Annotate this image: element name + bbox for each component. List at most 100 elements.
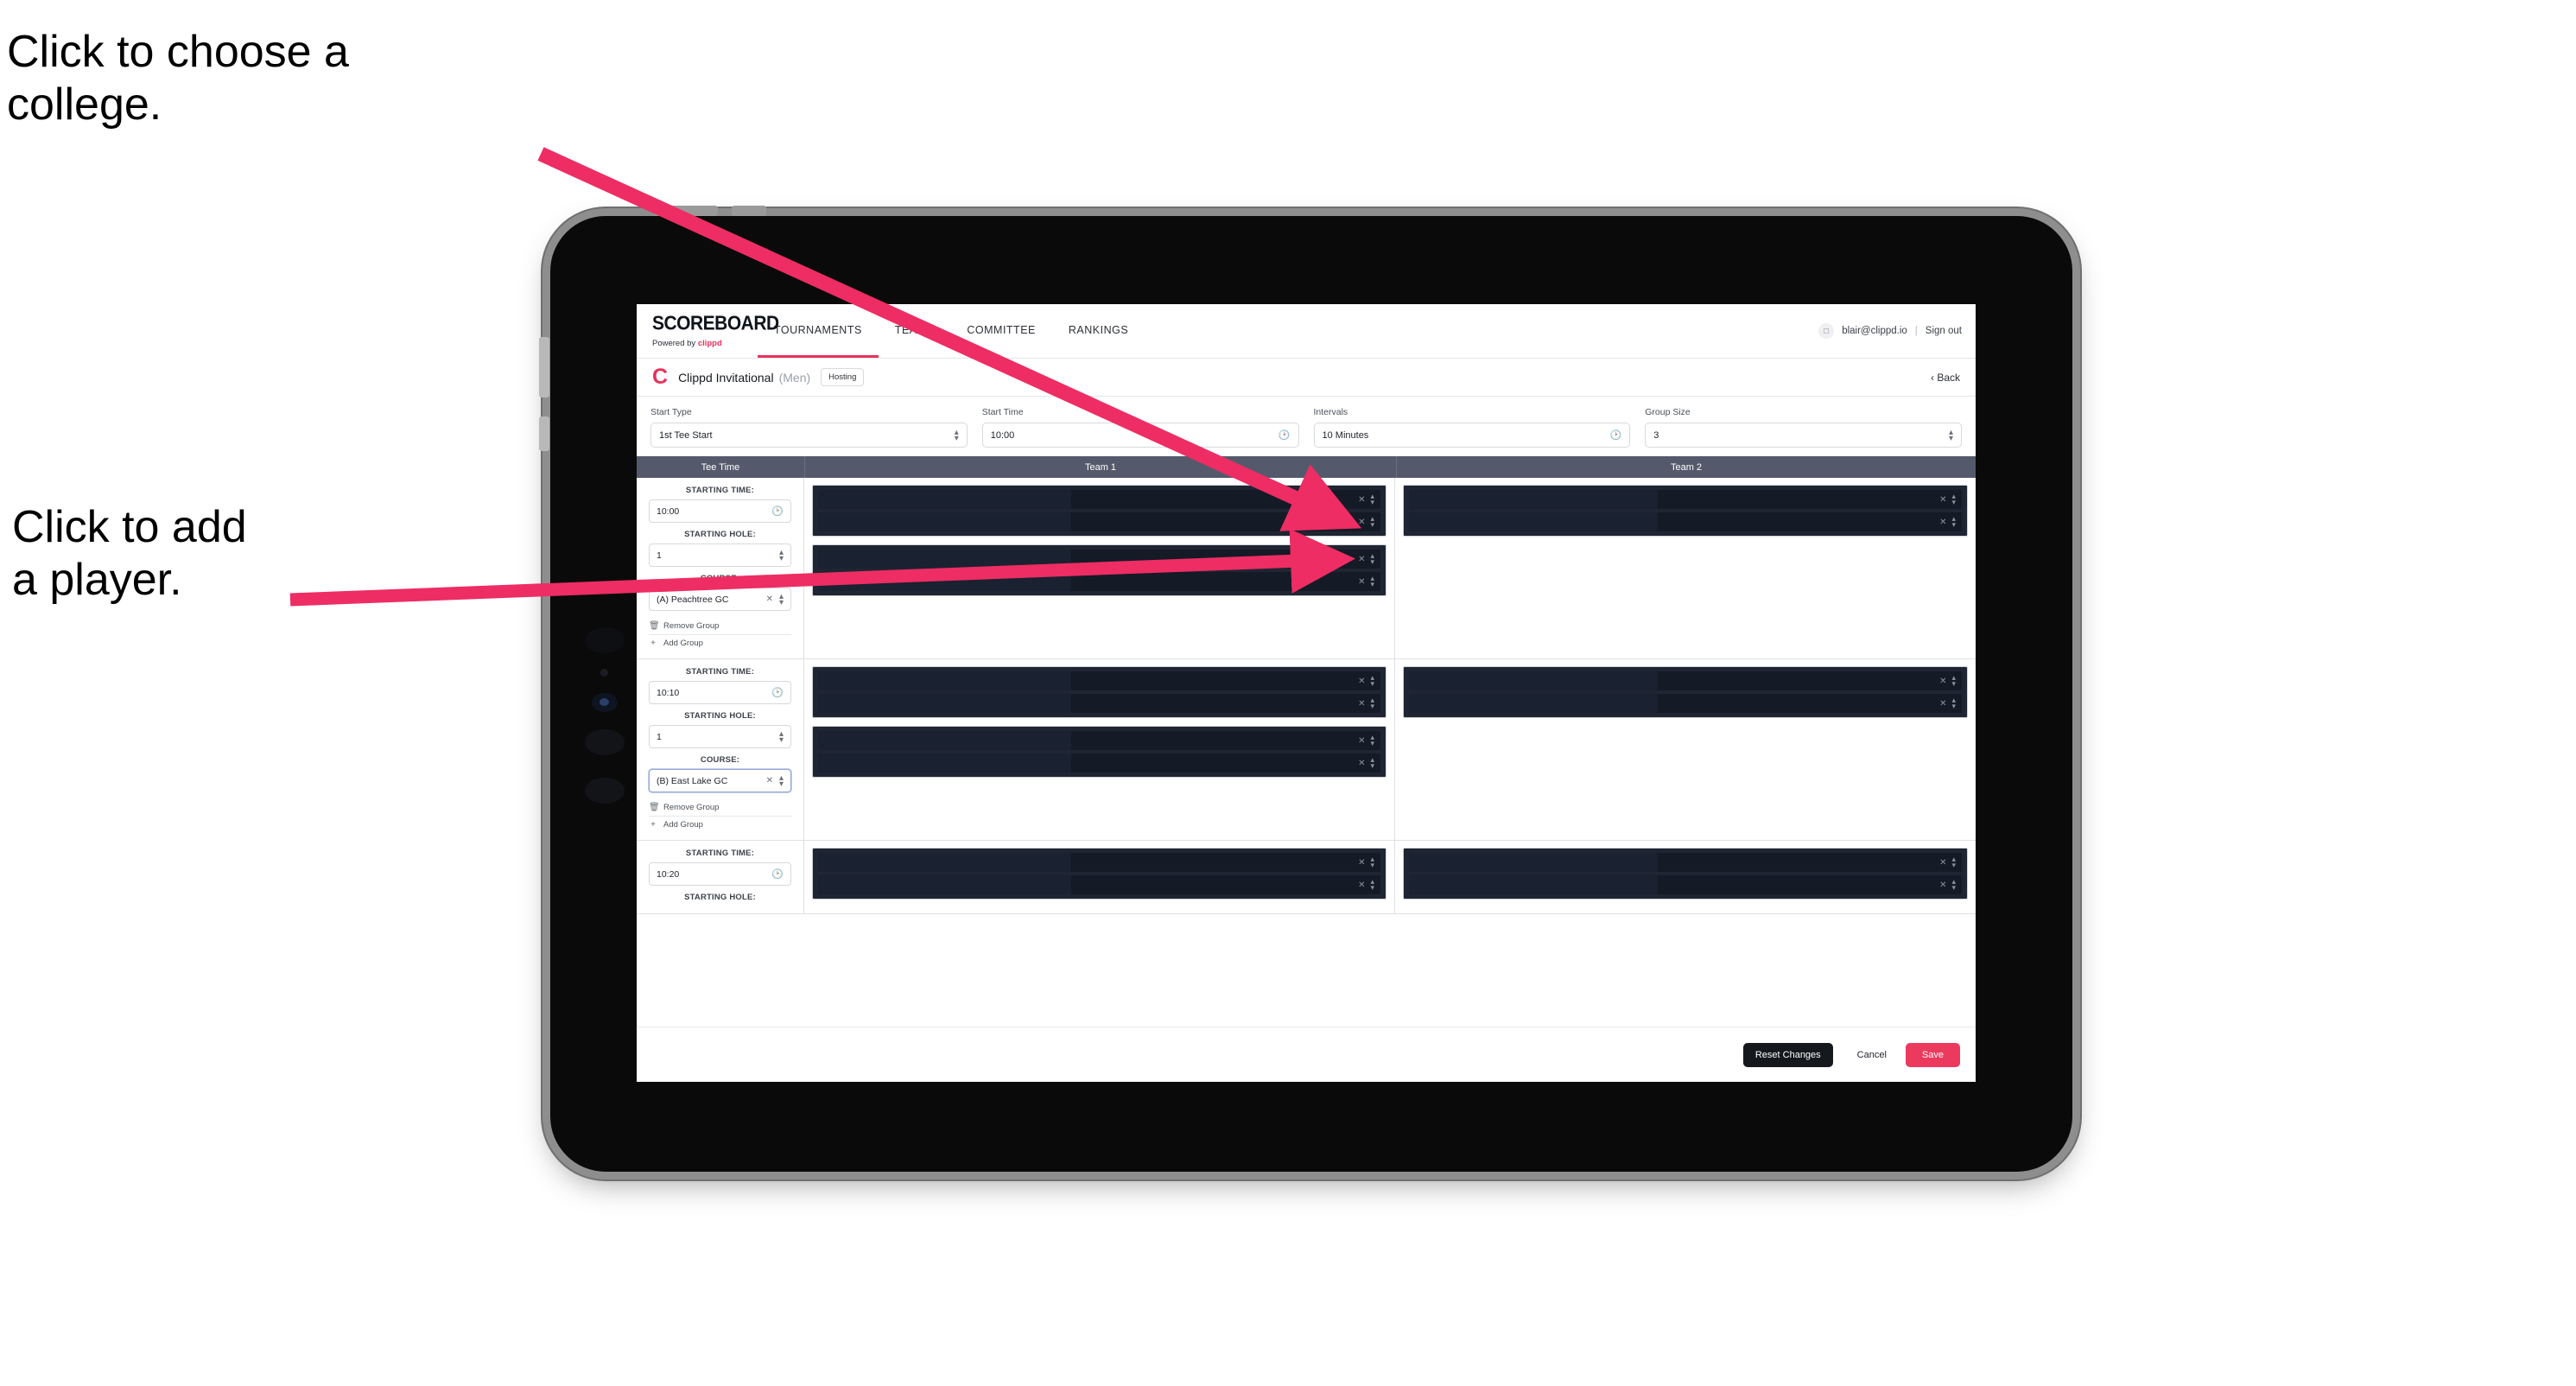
stepper-icon[interactable]: ▴ ▾ — [779, 548, 784, 563]
group-size-select[interactable]: 3 ▴ ▾ — [1645, 423, 1962, 448]
clear-icon[interactable]: ✕ — [766, 776, 773, 785]
stepper-icon[interactable]: ▴ ▾ — [1951, 855, 1956, 868]
remove-player-icon[interactable]: ✕ — [1358, 555, 1365, 564]
stepper-icon[interactable]: ▴ ▾ — [1370, 515, 1374, 528]
course-select[interactable]: (A) Peachtree GC ✕ ▴ ▾ — [649, 588, 791, 611]
add-group-button[interactable]: + Add Group — [649, 817, 791, 833]
remove-player-icon[interactable]: ✕ — [1939, 518, 1946, 527]
stepper-icon[interactable]: ▴ ▾ — [955, 428, 959, 442]
remove-player-icon[interactable]: ✕ — [1358, 518, 1365, 527]
tablet-sensor-4 — [585, 778, 625, 804]
back-link[interactable]: ‹ Back — [1931, 372, 1960, 384]
stepper-icon[interactable]: ▴ ▾ — [1370, 756, 1374, 769]
player-slot[interactable]: ✕ ▴ ▾ — [818, 550, 1380, 569]
remove-player-icon[interactable]: ✕ — [1358, 577, 1365, 587]
player-slot[interactable]: ✕ ▴ ▾ — [818, 853, 1380, 872]
stepper-icon[interactable]: ▴ ▾ — [1370, 696, 1374, 709]
remove-player-icon[interactable]: ✕ — [1939, 495, 1946, 505]
starting-time-input[interactable]: 10:00 🕑 — [649, 499, 791, 523]
start-time-input[interactable]: 10:00 🕑 — [981, 423, 1299, 448]
stepper-icon[interactable]: ▴ ▾ — [779, 592, 784, 607]
remove-player-icon[interactable]: ✕ — [1358, 699, 1365, 709]
stepper-icon[interactable]: ▴ ▾ — [779, 729, 784, 744]
team-1-cell: ✕ ▴ ▾ ✕ ▴ ▾ ✕ ▴ ▾ ✕ ▴ ▾ — [804, 478, 1395, 658]
player-slot[interactable]: ✕ ▴ ▾ — [1409, 853, 1962, 872]
remove-player-icon[interactable]: ✕ — [1358, 495, 1365, 505]
clock-icon[interactable]: 🕑 — [771, 868, 784, 880]
starting-hole-value: 1 — [657, 731, 662, 742]
stepper-icon[interactable]: ▴ ▾ — [1370, 878, 1374, 891]
player-slot[interactable]: ✕ ▴ ▾ — [818, 875, 1380, 894]
remove-player-icon[interactable]: ✕ — [1358, 858, 1365, 868]
player-slot[interactable]: ✕ ▴ ▾ — [818, 753, 1380, 772]
add-group-button[interactable]: + Add Group — [649, 635, 791, 652]
team-1-cell: ✕ ▴ ▾ ✕ ▴ ▾ — [804, 841, 1395, 913]
player-slot[interactable]: ✕ ▴ ▾ — [818, 671, 1380, 690]
stepper-icon[interactable]: ▴ ▾ — [1951, 493, 1956, 505]
sign-out-link[interactable]: Sign out — [1926, 326, 1962, 336]
remove-player-icon[interactable]: ✕ — [1358, 736, 1365, 746]
course-label: COURSE: — [700, 755, 740, 765]
stepper-icon[interactable]: ▴ ▾ — [1951, 515, 1956, 528]
player-slot[interactable]: ✕ ▴ ▾ — [1409, 671, 1962, 690]
stepper-icon[interactable]: ▴ ▾ — [1370, 674, 1374, 687]
cancel-button[interactable]: Cancel — [1842, 1043, 1902, 1067]
trash-icon: 🗑 — [649, 803, 660, 812]
clock-icon[interactable]: 🕑 — [1610, 429, 1622, 441]
player-slot[interactable]: ✕ ▴ ▾ — [1409, 875, 1962, 894]
player-slot[interactable]: ✕ ▴ ▾ — [818, 694, 1380, 713]
starting-time-input[interactable]: 10:10 🕑 — [649, 681, 791, 704]
player-slot[interactable]: ✕ ▴ ▾ — [818, 731, 1380, 750]
table-row: STARTING TIME: 10:00 🕑 STARTING HOLE: 1 … — [637, 478, 1976, 659]
player-slot[interactable]: ✕ ▴ ▾ — [1409, 512, 1962, 531]
remove-group-button[interactable]: 🗑 Remove Group — [649, 799, 791, 817]
player-slot[interactable]: ✕ ▴ ▾ — [818, 490, 1380, 509]
stepper-icon[interactable]: ▴ ▾ — [1949, 428, 1953, 442]
save-button[interactable]: Save — [1905, 1042, 1960, 1067]
starting-hole-input[interactable]: 1 ▴ ▾ — [649, 544, 791, 567]
remove-player-icon[interactable]: ✕ — [1358, 759, 1365, 768]
stepper-icon[interactable]: ▴ ▾ — [1951, 674, 1956, 687]
player-name-redacted — [1409, 853, 1658, 872]
stepper-icon[interactable]: ▴ ▾ — [1951, 696, 1956, 709]
player-slot[interactable]: ✕ ▴ ▾ — [1409, 490, 1962, 509]
clock-icon[interactable]: 🕑 — [771, 687, 784, 698]
remove-group-button[interactable]: 🗑 Remove Group — [649, 618, 791, 635]
player-slot[interactable]: ✕ ▴ ▾ — [1409, 694, 1962, 713]
nav-item-rankings[interactable]: RANKINGS — [1052, 304, 1145, 358]
reset-changes-button[interactable]: Reset Changes — [1742, 1042, 1833, 1067]
clear-icon[interactable]: ✕ — [766, 594, 773, 604]
remove-player-icon[interactable]: ✕ — [1939, 881, 1946, 890]
stepper-icon[interactable]: ▴ ▾ — [1370, 575, 1374, 588]
remove-player-icon[interactable]: ✕ — [1939, 677, 1946, 686]
remove-player-icon[interactable]: ✕ — [1939, 699, 1946, 709]
stepper-icon[interactable]: ▴ ▾ — [1370, 855, 1374, 868]
account-area: ☐ blair@clippd.io | Sign out — [1818, 304, 1976, 358]
user-avatar-icon[interactable]: ☐ — [1818, 323, 1835, 339]
start-type-select[interactable]: 1st Tee Start ▴ ▾ — [650, 423, 968, 448]
player-name-redacted — [1409, 512, 1658, 531]
nav-item-committee[interactable]: COMMITTEE — [950, 304, 1052, 358]
player-group-box: ✕ ▴ ▾ ✕ ▴ ▾ — [812, 666, 1386, 718]
brand-logo[interactable]: SCOREBOARD Powered by clippd — [637, 304, 779, 358]
player-slot[interactable]: ✕ ▴ ▾ — [818, 572, 1380, 591]
stepper-icon[interactable]: ▴ ▾ — [779, 773, 784, 788]
remove-player-icon[interactable]: ✕ — [1358, 881, 1365, 890]
remove-player-icon[interactable]: ✕ — [1358, 677, 1365, 686]
clock-icon[interactable]: 🕑 — [1278, 429, 1291, 441]
starting-time-input[interactable]: 10:20 🕑 — [649, 862, 791, 886]
intervals-input[interactable]: 10 Minutes 🕑 — [1313, 423, 1631, 448]
stepper-icon[interactable]: ▴ ▾ — [1370, 493, 1374, 505]
course-select[interactable]: (B) East Lake GC ✕ ▴ ▾ — [649, 769, 791, 792]
clock-icon[interactable]: 🕑 — [771, 505, 784, 517]
remove-player-icon[interactable]: ✕ — [1939, 858, 1946, 868]
player-slot[interactable]: ✕ ▴ ▾ — [818, 512, 1380, 531]
nav-item-teams[interactable]: TEAMS — [879, 304, 951, 358]
starting-hole-input[interactable]: 1 ▴ ▾ — [649, 725, 791, 748]
stepper-icon[interactable]: ▴ ▾ — [1370, 552, 1374, 565]
chevron-left-icon: ‹ — [1930, 371, 1934, 384]
tee-sheet-table-header: Tee Time Team 1 Team 2 — [637, 456, 1976, 478]
stepper-icon[interactable]: ▴ ▾ — [1370, 734, 1374, 747]
stepper-icon[interactable]: ▴ ▾ — [1951, 878, 1956, 891]
trash-icon: 🗑 — [649, 621, 660, 631]
